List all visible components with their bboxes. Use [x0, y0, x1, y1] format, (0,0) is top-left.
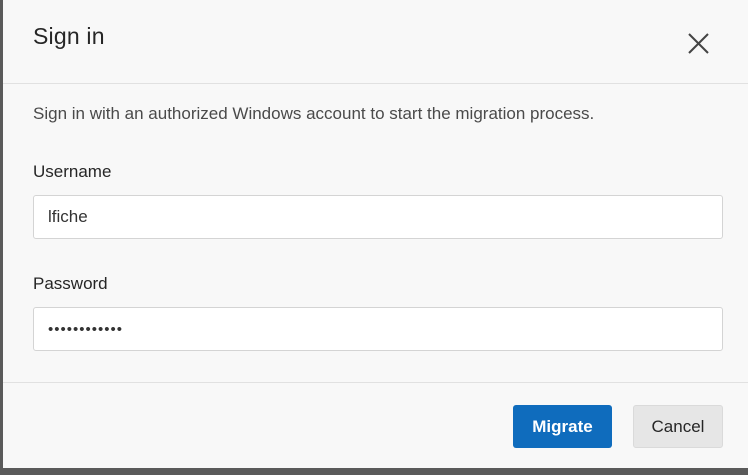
dialog-description: Sign in with an authorized Windows accou… [33, 104, 595, 123]
dialog-header: Sign in [3, 0, 748, 84]
dialog-title: Sign in [33, 23, 105, 49]
username-label: Username [33, 162, 112, 181]
close-icon [688, 33, 709, 54]
close-button[interactable] [683, 28, 713, 58]
cancel-button[interactable]: Cancel [633, 405, 723, 448]
dialog-body: Sign in with an authorized Windows accou… [3, 85, 748, 382]
dialog-footer: Migrate Cancel [3, 382, 748, 468]
username-input[interactable] [33, 195, 723, 239]
password-input[interactable] [33, 307, 723, 351]
password-label: Password [33, 274, 108, 293]
migrate-button[interactable]: Migrate [513, 405, 612, 448]
sign-in-dialog: Sign in Sign in with an authorized Windo… [3, 0, 748, 468]
